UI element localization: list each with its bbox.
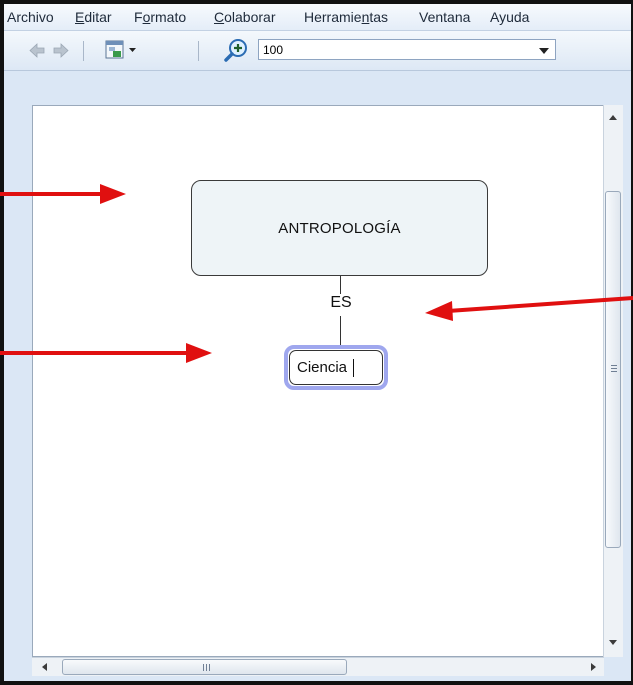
menu-formato[interactable]: Formato: [134, 9, 186, 25]
concept-label: ANTROPOLOGÍA: [278, 219, 401, 237]
forward-arrow-icon[interactable]: [52, 42, 70, 64]
menu-bar: Archivo Editar Formato Colaborar Herrami…: [4, 4, 631, 31]
connector-line: [340, 316, 341, 345]
zoom-value: 100: [263, 43, 284, 57]
application-window: Archivo Editar Formato Colaborar Herrami…: [0, 0, 633, 685]
vertical-scrollbar[interactable]: [603, 105, 623, 657]
scroll-down-icon[interactable]: [609, 640, 617, 645]
menu-herramientas[interactable]: Herramientas: [304, 9, 388, 25]
chevron-down-icon[interactable]: [539, 48, 549, 54]
zoom-select[interactable]: 100: [258, 39, 556, 60]
vertical-scroll-thumb[interactable]: [605, 191, 621, 548]
link-phrase[interactable]: ES: [326, 294, 356, 312]
concept-ciencia-selected[interactable]: Ciencia: [284, 345, 388, 390]
menu-ayuda[interactable]: Ayuda: [490, 9, 529, 25]
toolbar-separator: [198, 41, 199, 61]
menu-colaborar[interactable]: Colaborar: [214, 9, 276, 25]
menu-archivo[interactable]: Archivo: [7, 9, 54, 25]
concept-antropologia[interactable]: ANTROPOLOGÍA: [191, 180, 488, 276]
scroll-right-icon[interactable]: [591, 663, 596, 671]
horizontal-scroll-thumb[interactable]: [62, 659, 347, 675]
connector-line: [340, 276, 341, 296]
back-arrow-icon[interactable]: [28, 42, 46, 64]
scroll-up-icon[interactable]: [609, 115, 617, 120]
text-caret: [353, 358, 355, 377]
concept-label: Ciencia: [297, 359, 348, 376]
grip-icon: [611, 365, 617, 374]
zoom-in-icon[interactable]: [224, 38, 250, 67]
menu-editar[interactable]: Editar: [75, 9, 112, 25]
toolbar-separator: [83, 41, 84, 61]
concept-map-canvas[interactable]: ANTROPOLOGÍA ES Ciencia: [32, 105, 604, 657]
grip-icon: [203, 664, 210, 671]
menu-ventana[interactable]: Ventana: [419, 9, 470, 25]
toolbar: 100: [4, 31, 631, 71]
horizontal-scrollbar[interactable]: [32, 657, 604, 676]
window-view-icon[interactable]: [105, 39, 141, 66]
scroll-left-icon[interactable]: [42, 663, 47, 671]
